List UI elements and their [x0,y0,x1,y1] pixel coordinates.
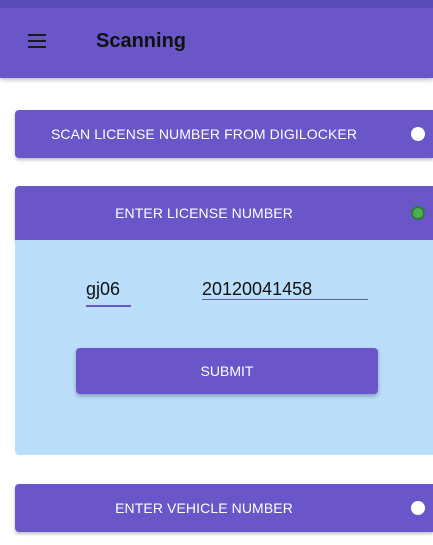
option-label: ENTER LICENSE NUMBER [115,205,293,221]
option-label: SCAN LICENSE NUMBER FROM DIGILOCKER [50,126,358,142]
option-label: ENTER VEHICLE NUMBER [115,500,293,516]
hamburger-menu-icon[interactable] [28,34,46,48]
app-bar: Scanning [0,0,433,78]
submit-button[interactable]: SUBMIT [76,348,378,394]
option-enter-license[interactable]: ENTER LICENSE NUMBER [15,186,433,240]
radio-selected-icon[interactable] [411,206,425,220]
page-title: Scanning [96,30,187,52]
option-enter-vehicle[interactable]: ENTER VEHICLE NUMBER [15,484,433,532]
license-number-underline [202,299,368,300]
radio-unselected-icon[interactable] [411,127,425,141]
option-scan-digilocker[interactable]: SCAN LICENSE NUMBER FROM DIGILOCKER [15,110,433,158]
radio-unselected-icon[interactable] [411,501,425,515]
state-code-input[interactable] [86,276,132,302]
state-code-underline [86,305,131,307]
